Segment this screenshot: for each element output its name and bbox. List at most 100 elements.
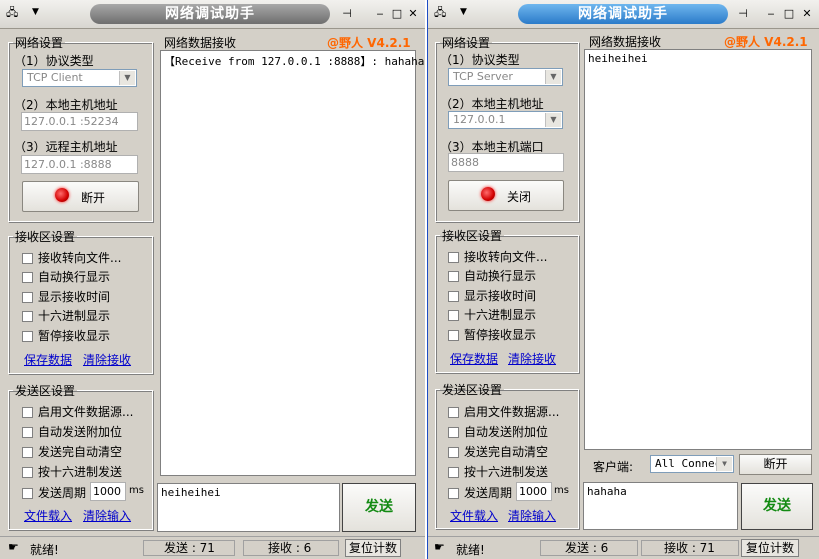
send-period-checkbox[interactable]: 发送周期 <box>22 484 87 500</box>
auto-wrap-checkbox[interactable]: 自动换行显示 <box>22 268 110 284</box>
checkbox-box[interactable] <box>448 271 459 282</box>
send-button[interactable]: 发送 <box>741 483 813 530</box>
checkbox-box[interactable] <box>22 467 33 478</box>
checkbox-box[interactable] <box>22 331 33 342</box>
send-period-input[interactable]: 1000 <box>516 482 552 501</box>
checkbox-box[interactable] <box>448 488 459 499</box>
send-button[interactable]: 发送 <box>342 483 416 532</box>
hex-display-checkbox[interactable]: 十六进制显示 <box>22 307 111 323</box>
save-data-link[interactable]: 保存数据 <box>24 351 72 368</box>
local-address-input[interactable]: 127.0.0.1 :52234 <box>21 112 138 131</box>
hex-send-checkbox[interactable]: 按十六进制发送 <box>448 463 549 479</box>
disconnect-client-button[interactable]: 断开 <box>739 454 812 475</box>
save-data-link[interactable]: 保存数据 <box>450 350 498 367</box>
show-recv-time-checkbox[interactable]: 显示接收时间 <box>448 287 537 303</box>
close-icon[interactable]: ✕ <box>406 7 420 21</box>
title-bar[interactable]: 🖧 ▼ 网络调试助手 ⊣ ‒ □ ✕ <box>0 0 425 29</box>
local-address-select[interactable]: 127.0.0.1 ▼ <box>448 111 563 129</box>
remote-address-input[interactable]: 127.0.0.1 :8888 <box>21 155 138 174</box>
auto-wrap-checkbox[interactable]: 自动换行显示 <box>448 267 536 283</box>
reset-count-button[interactable]: 复位计数 <box>345 539 401 557</box>
close-server-button-label: 关闭 <box>507 190 532 204</box>
reset-count-button[interactable]: 复位计数 <box>741 539 799 557</box>
disconnect-button[interactable]: 断开 <box>22 181 139 212</box>
protocol-select[interactable]: TCP Client ▼ <box>22 69 137 87</box>
protocol-select[interactable]: TCP Server ▼ <box>448 68 563 86</box>
checkbox-box[interactable] <box>22 253 33 264</box>
dropdown-arrow-icon[interactable]: ▼ <box>460 7 467 17</box>
client-select[interactable]: All Connec ▼ <box>650 455 734 473</box>
checkbox-box[interactable] <box>448 330 459 341</box>
auto-clear-checkbox[interactable]: 发送完自动清空 <box>22 443 123 459</box>
checkbox-box[interactable] <box>22 272 33 283</box>
net-settings-legend: 网络设置 <box>15 36 64 50</box>
local-address-value: 127.0.0.1 <box>453 113 506 126</box>
checkbox-label: 显示接收时间 <box>464 289 537 303</box>
checkbox-box[interactable] <box>448 252 459 263</box>
status-bar: ☛ 就绪! 发送 : 6 接收 : 71 复位计数 <box>428 536 819 559</box>
network-app-icon[interactable]: 🖧 <box>6 6 22 20</box>
checkbox-label: 发送完自动清空 <box>38 445 123 459</box>
pin-icon[interactable]: ⊣ <box>340 7 354 21</box>
maximize-icon[interactable]: □ <box>390 7 404 21</box>
load-file-link[interactable]: 文件载入 <box>450 507 498 524</box>
checkbox-label: 十六进制显示 <box>464 308 537 322</box>
local-address-label: （2）本地主机地址 <box>14 98 118 112</box>
chevron-down-icon[interactable]: ▼ <box>545 113 561 127</box>
minimize-icon[interactable]: ‒ <box>373 7 387 21</box>
send-period-input[interactable]: 1000 <box>90 482 126 501</box>
send-textarea[interactable]: hahaha <box>583 482 738 530</box>
auto-append-checkbox[interactable]: 自动发送附加位 <box>22 423 123 439</box>
checkbox-label: 按十六进制发送 <box>464 465 549 479</box>
checkbox-box[interactable] <box>448 427 459 438</box>
file-source-checkbox[interactable]: 启用文件数据源... <box>22 403 133 419</box>
maximize-icon[interactable]: □ <box>782 7 796 21</box>
show-recv-time-checkbox[interactable]: 显示接收时间 <box>22 288 110 304</box>
hex-display-checkbox[interactable]: 十六进制显示 <box>448 306 537 322</box>
load-file-link[interactable]: 文件载入 <box>24 507 72 524</box>
checkbox-label: 十六进制显示 <box>38 309 111 323</box>
recv-to-file-checkbox[interactable]: 接收转向文件... <box>448 248 547 264</box>
checkbox-box[interactable] <box>22 407 33 418</box>
checkbox-box[interactable] <box>22 292 33 303</box>
send-period-checkbox[interactable]: 发送周期 <box>448 484 512 500</box>
checkbox-box[interactable] <box>22 488 33 499</box>
local-port-input[interactable]: 8888 <box>448 153 564 172</box>
close-server-button[interactable]: 关闭 <box>448 180 564 211</box>
checkbox-label: 发送周期 <box>38 486 87 500</box>
auto-clear-checkbox[interactable]: 发送完自动清空 <box>448 443 548 459</box>
file-source-checkbox[interactable]: 启用文件数据源... <box>448 403 559 419</box>
clear-input-link[interactable]: 清除输入 <box>83 507 131 524</box>
chevron-down-icon[interactable]: ▼ <box>545 70 561 84</box>
recv-textarea[interactable]: 【Receive from 127.0.0.1 :8888】: hahaha <box>160 50 424 476</box>
checkbox-box[interactable] <box>448 291 459 302</box>
recv-textarea[interactable]: heiheihei <box>584 49 812 450</box>
clear-recv-link[interactable]: 清除接收 <box>83 351 131 368</box>
chevron-down-icon[interactable]: ▼ <box>119 71 135 85</box>
clear-recv-link[interactable]: 清除接收 <box>508 350 556 367</box>
title-bar[interactable]: 🖧 ▼ 网络调试助手 ⊣ ‒ □ ✕ <box>428 0 819 29</box>
close-icon[interactable]: ✕ <box>800 7 814 21</box>
clear-input-link[interactable]: 清除输入 <box>508 507 556 524</box>
checkbox-box[interactable] <box>448 310 459 321</box>
send-textarea[interactable]: heiheihei <box>157 483 340 532</box>
minimize-icon[interactable]: ‒ <box>764 7 778 21</box>
protocol-value: TCP Server <box>453 70 513 83</box>
recv-to-file-checkbox[interactable]: 接收转向文件... <box>22 249 121 265</box>
checkbox-label: 自动发送附加位 <box>38 425 123 439</box>
auto-append-checkbox[interactable]: 自动发送附加位 <box>448 423 548 439</box>
pause-recv-checkbox[interactable]: 暂停接收显示 <box>22 327 111 343</box>
checkbox-box[interactable] <box>22 427 33 438</box>
hex-send-checkbox[interactable]: 按十六进制发送 <box>22 463 122 479</box>
chevron-down-icon[interactable]: ▼ <box>716 457 732 471</box>
checkbox-label: 暂停接收显示 <box>38 329 111 343</box>
checkbox-box[interactable] <box>448 467 459 478</box>
network-app-icon[interactable]: 🖧 <box>434 6 450 20</box>
checkbox-box[interactable] <box>22 311 33 322</box>
checkbox-box[interactable] <box>448 407 459 418</box>
dropdown-arrow-icon[interactable]: ▼ <box>32 7 39 17</box>
checkbox-box[interactable] <box>448 447 459 458</box>
pause-recv-checkbox[interactable]: 暂停接收显示 <box>448 326 536 342</box>
pin-icon[interactable]: ⊣ <box>736 7 750 21</box>
checkbox-box[interactable] <box>22 447 33 458</box>
